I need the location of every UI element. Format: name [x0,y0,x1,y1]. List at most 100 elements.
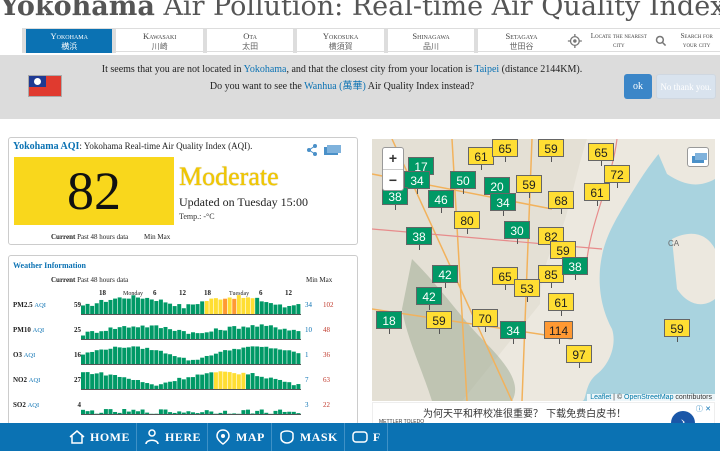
leaflet-link[interactable]: Leaflet [590,394,611,401]
chart-bar [168,381,173,390]
no-thank-you-button[interactable]: No thank you. [656,74,716,99]
ad-close-icon[interactable]: ⓘ ✕ [696,404,711,414]
station-marker[interactable]: 59 [516,175,542,198]
chart-bar [259,346,264,365]
chart-bar [278,349,283,365]
city-tab-shinagawa[interactable]: Shinagawa 品川 [383,29,474,53]
pollutant-max: 22 [323,401,330,409]
city-name-zh: 太田 [242,42,259,51]
bottom-nav-map[interactable]: MAP [208,423,272,451]
chart-bar [259,376,264,390]
station-marker[interactable]: 18 [376,311,402,334]
chart-bar [122,347,127,365]
aqi-tabs: Current Past 48 hours data Min Max [51,233,170,241]
widget-icon[interactable] [324,145,341,155]
bottom-nav-f[interactable]: F [345,423,388,451]
wanhua-link[interactable]: Wanhua (萬華) [304,81,366,92]
aqi-map[interactable]: CA 17 61 65 59 65 34 50 20 59 72 61 38 46 34 68 80 30 38 8… [372,139,715,401]
pollutant-row-no2[interactable]: NO2 AQI 27 7 63 [9,368,357,392]
tab-minmax[interactable]: Min Max [144,233,170,241]
layers-icon[interactable] [687,147,709,167]
station-marker[interactable]: 53 [514,279,540,302]
chart-bar [81,354,85,365]
yokohama-link[interactable]: Yokohama [244,64,287,75]
station-marker[interactable]: 80 [454,211,480,234]
chart-bar [195,333,200,340]
pollutant-row-pm10[interactable]: PM10 AQI 25 10 48 [9,318,357,342]
chart-bar [177,357,182,365]
chart-bar [90,374,95,390]
pollutant-row-so2[interactable]: SO2 AQI 4 3 22 [9,393,357,417]
station-marker[interactable]: 97 [566,345,592,368]
tab-past[interactable]: Past 48 hours data [77,233,128,241]
station-marker[interactable]: 59 [538,139,564,162]
station-marker[interactable]: 65 [492,139,518,162]
chart-bar [168,354,173,365]
city-name-zh: 横浜 [61,42,78,51]
chart-bar [99,372,104,390]
chart-bar [136,380,140,390]
station-marker[interactable]: 68 [548,191,574,214]
pollutant-row-pm25[interactable]: PM2.5 AQI 59 34 102 [9,293,357,317]
station-marker[interactable]: 59 [426,311,452,334]
zoom-in-button[interactable]: + [383,148,403,169]
pollutant-row-o3[interactable]: O3 AQI 16 1 36 [9,343,357,367]
station-marker[interactable]: 61 [584,183,610,206]
station-marker[interactable]: 42 [416,287,442,310]
station-marker[interactable]: 50 [450,171,476,194]
bottom-nav-home[interactable]: HOME [62,423,137,451]
city-tab-yokohama[interactable]: Yokohama 横浜 [22,29,113,53]
chart-bar [81,305,85,315]
station-marker[interactable]: 38 [562,257,588,280]
share-icon[interactable] [307,144,317,156]
chart-bar [163,302,168,315]
station-marker[interactable]: 85 [538,265,564,288]
station-marker[interactable]: 34 [500,321,526,344]
locate-nearest-button[interactable]: Locate the nearest city [565,29,650,53]
station-marker[interactable]: 46 [428,190,454,213]
station-marker[interactable]: 42 [432,265,458,288]
city-name: Setagaya [505,31,538,41]
station-marker[interactable]: 72 [604,165,630,188]
city-name: Ota [243,31,257,41]
city-tab-ota[interactable]: Ota 太田 [202,29,293,53]
chart-bar [99,299,104,315]
bottom-nav-mask[interactable]: MASK [272,423,345,451]
station-marker[interactable]: 30 [504,221,530,244]
chart-bar [191,377,195,390]
chart-bar [232,373,237,390]
station-marker[interactable]: 61 [548,293,574,316]
chart-bar [223,371,228,390]
chart-bar [287,382,292,390]
tab-current[interactable]: Current [51,233,75,241]
station-marker[interactable]: 114 [544,321,574,344]
city-name-zh: 川崎 [151,42,168,51]
city-tab-yokosuka[interactable]: Yokosuka 横須賀 [293,29,383,53]
chart-bar [158,299,163,315]
chart-bar [268,348,273,365]
ad-text[interactable]: 为何天平和秤校准很重要？ 下载免费白皮书！ [423,407,653,422]
station-marker[interactable]: 38 [406,227,432,250]
city-tab-kawasaki[interactable]: Kawasaki 川崎 [112,29,202,53]
station-marker[interactable]: 34 [490,193,516,216]
ok-button[interactable]: ok [624,74,652,99]
city-tab-setagaya[interactable]: Setagaya 世田谷 [474,29,564,53]
chart-bar [154,301,159,315]
station-marker[interactable]: 70 [472,309,498,332]
station-marker[interactable]: 59 [664,319,690,342]
chart-bar [264,302,269,315]
station-marker[interactable]: 65 [588,143,614,166]
station-marker[interactable]: 61 [468,147,494,170]
chart-bar [108,299,113,315]
chart-bar [264,378,269,390]
taipei-link[interactable]: Taipei [474,64,499,75]
chart-bar [209,372,214,390]
osm-link[interactable]: OpenStreetMap [624,394,673,401]
search-city-button[interactable]: Search for your city [649,29,720,53]
chart-bar [117,327,122,340]
bottom-nav-here[interactable]: HERE [137,423,209,451]
pollutant-max: 63 [323,376,330,384]
chart-bar [181,379,186,390]
chart-bar [223,298,228,315]
zoom-out-button[interactable]: − [383,169,403,190]
